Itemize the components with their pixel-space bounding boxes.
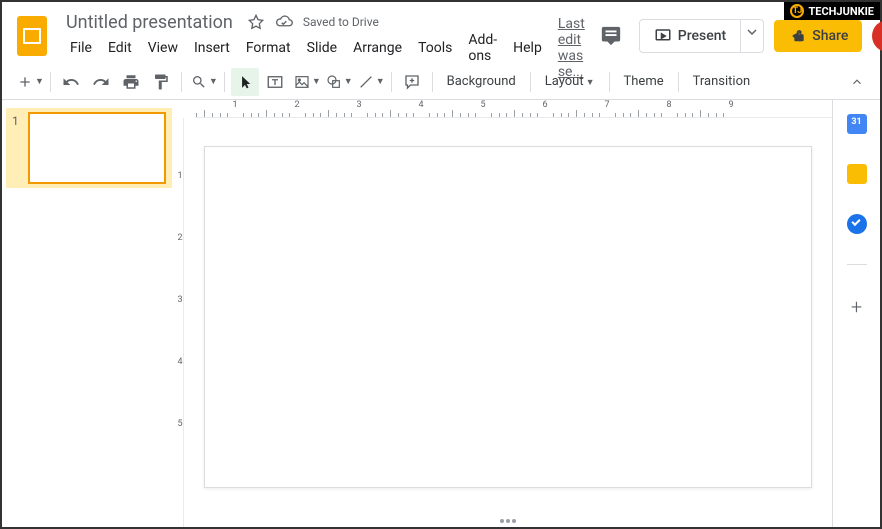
toolbar-separator [609, 72, 610, 92]
slide-number: 1 [12, 112, 22, 128]
ruler-tick-label: 7 [597, 100, 617, 110]
chevron-down-icon: ▼ [312, 76, 321, 87]
slide-thumbnail[interactable] [28, 112, 166, 184]
toolbar-separator [530, 72, 531, 92]
ruler-tick-label: 4 [411, 100, 431, 110]
transition-button[interactable]: Transition [685, 70, 759, 93]
ruler-tick-label: 3 [177, 295, 183, 305]
app-header: Untitled presentation Saved to Drive Fil… [2, 2, 880, 64]
side-panel-divider [847, 264, 867, 265]
tasks-icon[interactable] [847, 214, 867, 234]
title-area: Untitled presentation Saved to Drive Fil… [62, 11, 593, 61]
speaker-notes-resize-handle[interactable] [500, 519, 516, 523]
keep-icon[interactable] [847, 164, 867, 184]
canvas-area: 1 2 3 4 5 6 7 8 9 1 2 3 4 5 [177, 100, 832, 527]
saved-status-text[interactable]: Saved to Drive [303, 15, 379, 29]
ruler-tick-label: 5 [473, 100, 493, 110]
chevron-down-icon: ▼ [586, 78, 595, 88]
present-label: Present [678, 28, 726, 44]
menu-format[interactable]: Format [238, 36, 299, 60]
get-addons-button[interactable]: + [851, 295, 862, 319]
comments-button[interactable] [593, 18, 629, 54]
ruler-tick-label: 5 [177, 419, 183, 429]
toolbar-separator [181, 72, 182, 92]
calendar-icon[interactable] [847, 114, 867, 134]
theme-button[interactable]: Theme [616, 70, 672, 93]
menu-arrange[interactable]: Arrange [345, 36, 410, 60]
toolbar-separator [432, 72, 433, 92]
star-button[interactable] [247, 13, 265, 31]
chevron-down-icon: ▼ [344, 76, 353, 87]
ruler-tick-label: 1 [225, 100, 245, 110]
print-button[interactable] [117, 68, 145, 96]
account-avatar[interactable]: R [872, 20, 882, 52]
chevron-down-icon: ▼ [376, 76, 385, 87]
side-panel: + [832, 100, 880, 527]
undo-button[interactable] [57, 68, 85, 96]
document-title[interactable]: Untitled presentation [62, 10, 237, 35]
horizontal-ruler[interactable]: 1 2 3 4 5 6 7 8 9 [195, 100, 832, 118]
watermark-icon: TJ [790, 4, 804, 18]
textbox-tool[interactable] [261, 68, 289, 96]
menu-help[interactable]: Help [505, 36, 550, 60]
slides-logo[interactable] [14, 12, 50, 60]
canvas-viewport[interactable] [184, 118, 832, 527]
toolbar-separator [678, 72, 679, 92]
line-tool[interactable]: ▼ [355, 68, 385, 96]
zoom-button[interactable]: ▼ [188, 68, 218, 96]
chevron-down-icon: ▼ [209, 76, 218, 87]
collapse-toolbar-button[interactable] [846, 71, 868, 93]
ruler-tick-label: 3 [349, 100, 369, 110]
paint-format-button[interactable] [147, 68, 175, 96]
filmstrip-panel: 1 [2, 100, 177, 527]
slide-thumbnail-item[interactable]: 1 [6, 108, 172, 188]
share-button[interactable]: Share [774, 20, 862, 52]
image-tool[interactable]: ▼ [291, 68, 321, 96]
ruler-tick-label: 2 [177, 233, 183, 243]
ruler-tick-label: 6 [535, 100, 555, 110]
menu-file[interactable]: File [62, 36, 100, 60]
saved-to-drive-icon[interactable] [275, 13, 293, 31]
menu-addons[interactable]: Add-ons [460, 28, 505, 68]
background-button[interactable]: Background [439, 70, 524, 93]
comment-tool[interactable] [398, 68, 426, 96]
watermark-badge: TJ TECHJUNKIE [784, 2, 880, 20]
ruler-tick-label: 1 [177, 171, 183, 181]
watermark-text: TECHJUNKIE [808, 5, 874, 18]
menu-edit[interactable]: Edit [100, 36, 140, 60]
ruler-tick-label: 4 [177, 357, 183, 367]
layout-button[interactable]: Layout▼ [537, 70, 603, 93]
redo-button[interactable] [87, 68, 115, 96]
ruler-tick-label: 8 [659, 100, 679, 110]
toolbar-separator [391, 72, 392, 92]
vertical-ruler[interactable]: 1 2 3 4 5 [177, 118, 184, 527]
toolbar: ▼ ▼ ▼ ▼ ▼ Background Layout▼ [2, 64, 880, 100]
menu-view[interactable]: View [140, 36, 186, 60]
new-slide-button[interactable]: ▼ [14, 68, 44, 96]
menu-slide[interactable]: Slide [299, 36, 345, 60]
menu-tools[interactable]: Tools [410, 36, 460, 60]
menu-insert[interactable]: Insert [186, 36, 238, 60]
chevron-down-icon: ▼ [35, 76, 44, 87]
toolbar-separator [224, 72, 225, 92]
present-dropdown[interactable] [741, 19, 764, 53]
shape-tool[interactable]: ▼ [323, 68, 353, 96]
slide-canvas[interactable] [204, 146, 812, 488]
present-button[interactable]: Present [639, 19, 741, 53]
main-area: 1 1 2 3 4 5 6 7 8 9 1 2 3 4 5 + [2, 100, 880, 527]
ruler-tick-label: 2 [287, 100, 307, 110]
select-tool[interactable] [231, 68, 259, 96]
ruler-tick-label: 9 [721, 100, 741, 110]
toolbar-separator [50, 72, 51, 92]
share-label: Share [812, 28, 848, 44]
